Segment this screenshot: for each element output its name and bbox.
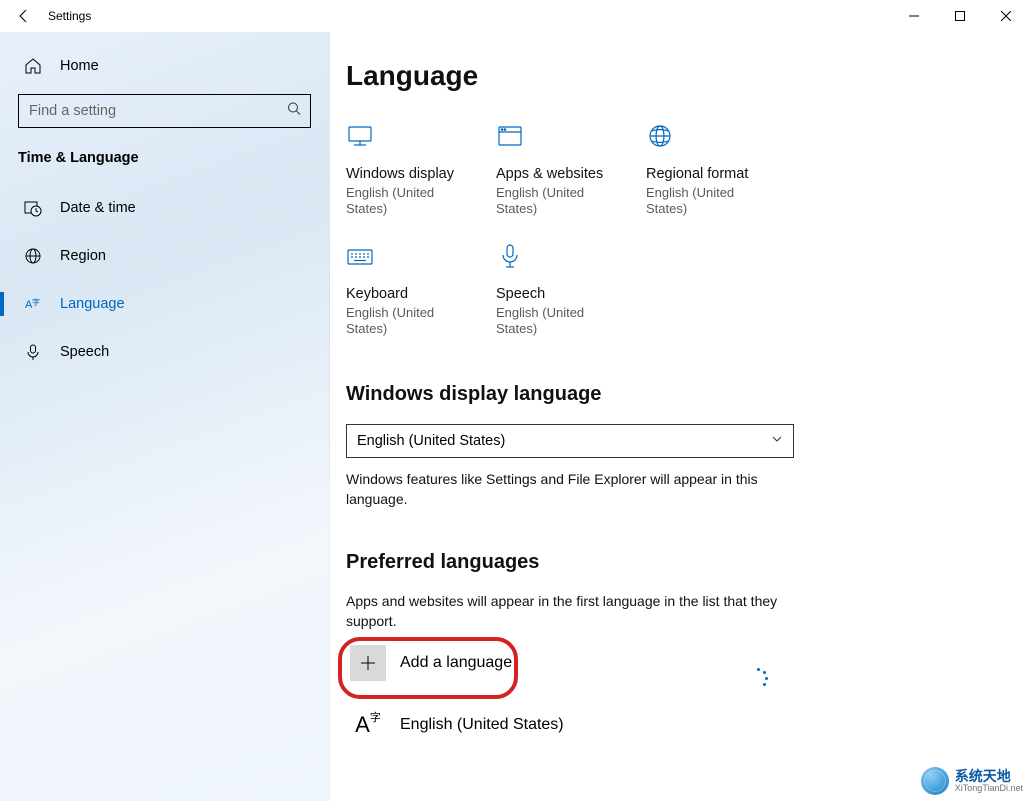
- language-item[interactable]: A字 English (United States): [346, 703, 989, 747]
- language-glyph-icon: A字: [350, 707, 386, 743]
- nav-date-time[interactable]: Date & time: [0, 188, 329, 228]
- watermark-globe-icon: [921, 767, 949, 795]
- svg-text:字: 字: [32, 297, 40, 307]
- tile-sub: English (United States): [346, 185, 496, 218]
- tile-keyboard[interactable]: Keyboard English (United States): [346, 242, 496, 362]
- window-icon: [496, 122, 528, 150]
- category-heading: Time & Language: [0, 140, 329, 182]
- preferred-languages-hint: Apps and websites will appear in the fir…: [346, 592, 794, 631]
- add-language-button[interactable]: Add a language: [346, 639, 794, 687]
- loading-spinner: [748, 668, 768, 688]
- nav-speech[interactable]: Speech: [0, 332, 329, 372]
- globe-icon: [24, 247, 42, 265]
- sidebar: Home Time & Language Date & time Region …: [0, 32, 330, 801]
- display-language-heading: Windows display language: [346, 383, 989, 406]
- maximize-button[interactable]: [937, 0, 983, 32]
- nav-home[interactable]: Home: [0, 46, 329, 86]
- language-icon: A字: [24, 295, 42, 313]
- search-icon: [287, 102, 301, 121]
- nav-label: Region: [60, 248, 106, 264]
- language-tiles: Windows display English (United States) …: [346, 122, 906, 361]
- back-button[interactable]: [8, 0, 40, 32]
- calendar-clock-icon: [24, 199, 42, 217]
- tile-sub: English (United States): [646, 185, 796, 218]
- nav-label: Date & time: [60, 200, 136, 216]
- watermark-sub: XiTongTianDi.net: [955, 783, 1023, 793]
- window-title: Settings: [48, 9, 91, 23]
- globe-icon: [646, 122, 678, 150]
- watermark-title: 系统天地: [955, 769, 1023, 783]
- language-item-label: English (United States): [400, 716, 564, 734]
- preferred-languages-heading: Preferred languages: [346, 551, 989, 574]
- add-language-label: Add a language: [400, 654, 512, 672]
- tile-title: Regional format: [646, 166, 796, 182]
- nav-label: Speech: [60, 344, 109, 360]
- select-value: English (United States): [357, 433, 505, 449]
- home-icon: [24, 57, 42, 75]
- tile-windows-display[interactable]: Windows display English (United States): [346, 122, 496, 242]
- tile-title: Windows display: [346, 166, 496, 182]
- tile-apps-websites[interactable]: Apps & websites English (United States): [496, 122, 646, 242]
- nav-language[interactable]: A字 Language: [0, 284, 329, 324]
- monitor-icon: [346, 122, 378, 150]
- page-title: Language: [346, 60, 989, 92]
- tile-speech[interactable]: Speech English (United States): [496, 242, 646, 362]
- chevron-down-icon: [771, 433, 783, 449]
- minimize-button[interactable]: [891, 0, 937, 32]
- plus-icon: [350, 645, 386, 681]
- nav-region[interactable]: Region: [0, 236, 329, 276]
- watermark: 系统天地 XiTongTianDi.net: [921, 767, 1023, 795]
- keyboard-icon: [346, 242, 378, 270]
- tile-title: Keyboard: [346, 286, 496, 302]
- search-input[interactable]: [18, 94, 311, 128]
- mic-icon: [24, 343, 42, 361]
- main-content: Language Windows display English (United…: [330, 32, 1029, 801]
- tile-title: Speech: [496, 286, 646, 302]
- nav-label: Language: [60, 296, 125, 312]
- tile-sub: English (United States): [496, 185, 646, 218]
- tile-sub: English (United States): [346, 305, 496, 338]
- mic-icon: [496, 242, 528, 270]
- tile-regional-format[interactable]: Regional format English (United States): [646, 122, 796, 242]
- nav-home-label: Home: [60, 58, 99, 74]
- display-language-hint: Windows features like Settings and File …: [346, 470, 794, 509]
- display-language-select[interactable]: English (United States): [346, 424, 794, 458]
- tile-title: Apps & websites: [496, 166, 646, 182]
- titlebar: Settings: [0, 0, 1029, 32]
- tile-sub: English (United States): [496, 305, 646, 338]
- close-button[interactable]: [983, 0, 1029, 32]
